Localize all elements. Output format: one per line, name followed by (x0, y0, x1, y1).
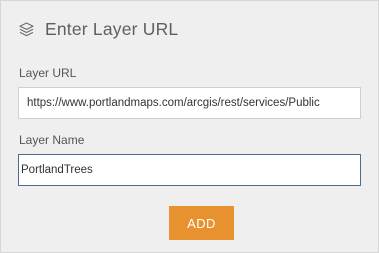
add-layer-panel: Enter Layer URL Layer URL Layer Name ADD (0, 0, 379, 253)
panel-header: Enter Layer URL (18, 19, 178, 40)
add-button[interactable]: ADD (169, 206, 234, 240)
layers-icon (18, 21, 35, 38)
layer-url-input[interactable] (18, 87, 361, 119)
layer-name-input[interactable] (18, 154, 361, 186)
layer-name-label: Layer Name (19, 133, 85, 147)
layer-url-label: Layer URL (19, 66, 77, 80)
panel-title: Enter Layer URL (45, 19, 179, 39)
